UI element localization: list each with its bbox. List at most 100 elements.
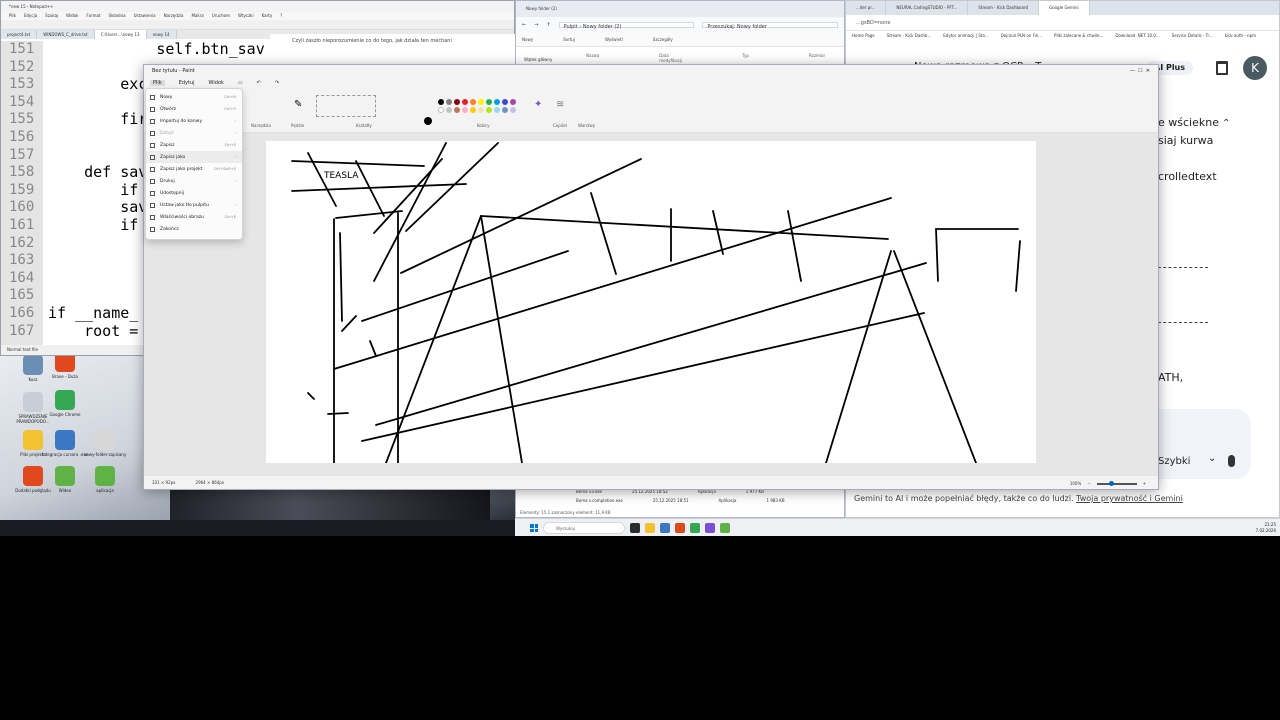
notepad-menu-item[interactable]: Wtyczki [238,13,254,18]
brush-icon[interactable]: ✎ [294,99,302,110]
layers-icon[interactable]: ≋ [556,99,564,110]
up-icon[interactable]: ↑ [546,22,550,28]
color-swatch[interactable] [510,107,516,113]
bookmark-item[interactable]: Edytor animacji | Sto... [943,33,988,39]
brave-icon[interactable] [675,523,685,533]
task-view-icon[interactable] [630,523,640,533]
color-swatch[interactable] [454,99,460,105]
color-swatch[interactable] [454,107,460,113]
bookmark-item[interactable]: Pliki zalecane & chwile... [1054,33,1103,39]
desktop-icon[interactable]: aplikacja [78,466,132,493]
notepad-menu-item[interactable]: Ustawienia [134,13,156,18]
column-header[interactable]: Typ [742,53,749,59]
explorer-command[interactable]: Sortuj [563,37,575,42]
browser-tab[interactable]: Google Gemini [1039,1,1090,15]
color-swatch[interactable] [494,107,500,113]
notepad-icon[interactable] [720,523,730,533]
file-menu-item[interactable]: Drukuj › [146,175,242,187]
color-swatch[interactable] [438,107,444,113]
trash-icon[interactable] [1216,61,1228,75]
shapes-gallery[interactable] [316,95,376,117]
color-swatch[interactable] [486,99,492,105]
save-icon[interactable]: ▭ [238,80,243,86]
color-swatch[interactable] [446,99,452,105]
desktop-icon[interactable]: Brave - Duża [38,352,92,379]
color-swatch[interactable] [470,107,476,113]
color-swatch[interactable] [478,99,484,105]
chevron-down-icon[interactable]: ⌄ [1208,453,1216,464]
primary-color[interactable] [424,117,432,125]
notepad-menu-item[interactable]: Plik [9,13,16,18]
notepad-menu-item[interactable]: Format [86,13,100,18]
avatar[interactable]: K [1243,56,1267,80]
explorer-command[interactable]: Nowy [522,37,533,42]
file-menu-item[interactable]: Zapisz Ctrl+S [146,139,242,151]
explorer-command[interactable]: Szczegóły [653,37,673,42]
notepad-tab[interactable]: C:\Users...\nowy 13 [94,30,147,39]
zoom-out-icon[interactable]: − [1087,481,1090,486]
notepad-menu-item[interactable]: Składnia [109,13,126,18]
chrome-icon[interactable] [690,523,700,533]
file-menu-item[interactable]: Udostępnij [146,187,242,199]
notepad-menu-item[interactable]: Karty [262,13,273,18]
bookmark-item[interactable]: Home Page [852,33,875,39]
notepad-tab[interactable]: nowy 14 [146,30,177,39]
browser-tab[interactable]: ...der pr... [846,1,887,15]
column-header[interactable]: Data modyfikacji [659,53,682,63]
notepad-menu-item[interactable]: Narzędzia [164,13,184,18]
column-header[interactable]: Rozmiar [809,53,825,59]
color-swatch[interactable] [462,107,468,113]
bookmark-item[interactable]: Stream - Kick Dashb... [887,33,931,39]
back-icon[interactable]: ← [522,22,526,28]
explorer-tab[interactable]: Nowy folder (2) [516,1,844,17]
color-swatch[interactable] [462,99,468,105]
color-swatch[interactable] [470,99,476,105]
file-menu-item[interactable]: Nowy Ctrl+N [146,91,242,103]
color-swatch[interactable] [502,99,508,105]
table-row[interactable]: Bema v.completion.exe 25.12.2025 18:51 Apl… [576,498,836,507]
menu-edit[interactable]: Edytuj [179,80,195,86]
notepad-tab[interactable]: project4.txt [1,30,38,39]
explorer-command[interactable]: Wyświetl [605,37,623,42]
chevron-up-icon[interactable]: ⌃ [1222,118,1230,129]
color-swatch[interactable] [438,99,444,105]
zoom-slider-thumb[interactable] [1108,480,1114,486]
notepad-menu-item[interactable]: ? [280,13,282,18]
file-explorer-icon[interactable] [645,523,655,533]
zoom-in-icon[interactable]: + [1143,481,1146,486]
color-swatch[interactable] [510,99,516,105]
bookmark-item[interactable]: Download .NET 10.0... [1115,33,1159,39]
bookmark-item[interactable]: Dojrzuń PLN on Fin... [1001,33,1042,39]
zoom-slider[interactable] [1096,480,1137,486]
notepad-menu-item[interactable]: Szukaj [45,13,58,18]
microphone-icon[interactable] [1228,455,1235,467]
windows-start-icon[interactable] [530,524,538,532]
file-menu-item[interactable]: Właściwości obrazu Ctrl+E [146,211,242,223]
desktop-icon[interactable]: Google Chrome [38,390,92,417]
browser-tab[interactable]: NEURAL CodingSTUDIO - PFT... [886,1,969,15]
browser-tab[interactable]: Stream - Kick Dashboard [968,1,1040,15]
notepad-menu-item[interactable]: Uruchom [212,13,230,18]
redo-icon[interactable]: ↷ [275,80,279,86]
file-menu-item[interactable]: Otwórz Ctrl+O [146,103,242,115]
column-header[interactable]: Nazwa [586,53,599,59]
color-swatch[interactable] [502,107,508,113]
notepad-menu-item[interactable]: Widok [66,13,78,18]
file-menu-item[interactable]: Zapisz jako projekt Ctrl+Shift+S [146,163,242,175]
color-swatch[interactable] [494,99,500,105]
notepad-menu-item[interactable]: Edycja [24,13,37,18]
copilot-icon[interactable]: ✦ [534,99,542,110]
menu-file[interactable]: Plik [150,80,165,86]
privacy-link[interactable]: Twoja prywatność i Gemini [1076,494,1183,503]
color-swatch[interactable] [446,107,452,113]
bookmark-item[interactable]: Service Details - Tr... [1172,33,1213,39]
file-menu-item[interactable]: Ustaw jako tło pulpitu › [146,199,242,211]
drawing-canvas[interactable]: TEASLA [266,141,1036,464]
chrome-address-bar[interactable]: ...gsBD=none [846,15,1279,31]
gemini-prompt-box[interactable] [1146,409,1251,479]
bookmark-item[interactable]: kick-auth - npm [1225,33,1256,39]
color-swatch[interactable] [478,107,484,113]
notepad-menu-item[interactable]: Makra [191,13,203,18]
system-clock[interactable]: 21:25 7.02.2026 [1256,522,1276,534]
file-menu-item[interactable]: Zakończ [146,223,242,235]
